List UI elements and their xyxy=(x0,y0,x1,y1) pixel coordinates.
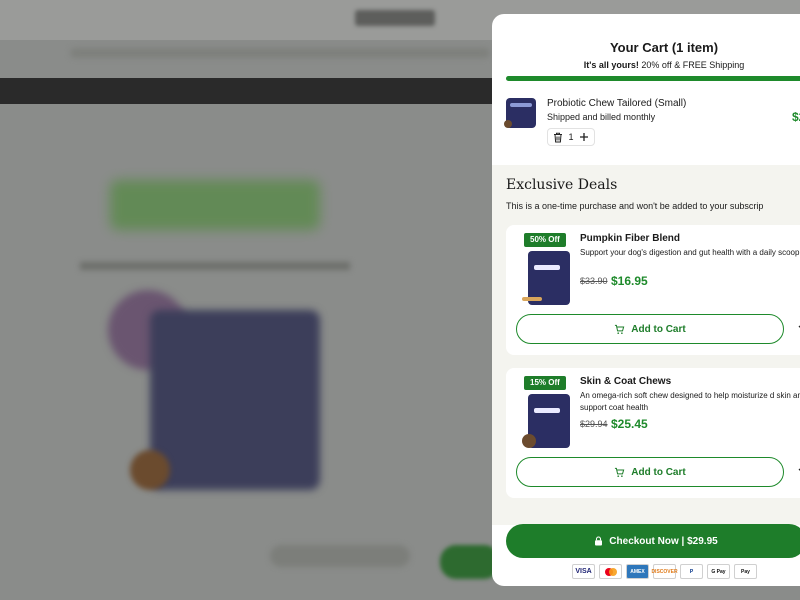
checkout-button[interactable]: Checkout Now | $29.95 xyxy=(506,524,800,558)
cart-item-image xyxy=(504,98,536,128)
google-pay-icon: G Pay xyxy=(707,564,730,579)
deal-price: $16.95 xyxy=(611,274,648,288)
paypal-icon: P xyxy=(680,564,703,579)
discount-badge: 50% Off xyxy=(524,233,566,247)
payment-methods: VISA AMEX DISCOVER P G Pay Pay xyxy=(572,564,757,579)
background-hero-heading xyxy=(110,180,320,230)
deals-note: This is a one-time purchase and won't be… xyxy=(506,201,764,211)
exclusive-deals-section: Exclusive Deals This is a one-time purch… xyxy=(492,165,800,525)
deal-description: Support your dog's digestion and gut hea… xyxy=(580,248,800,257)
deal-name: Skin & Coat Chews xyxy=(580,376,672,387)
plus-icon[interactable] xyxy=(578,131,590,143)
deal-original-price: $29.94 xyxy=(580,419,608,429)
discover-icon: DISCOVER xyxy=(651,564,678,579)
background-nav xyxy=(70,48,490,58)
cart-title: Your Cart (1 item) xyxy=(609,40,719,55)
deal-original-price: $33.90 xyxy=(580,276,608,286)
lock-icon xyxy=(595,536,603,546)
trash-icon[interactable] xyxy=(552,131,564,143)
amex-icon: AMEX xyxy=(626,564,649,579)
add-to-cart-button[interactable]: Add to Cart xyxy=(516,457,784,487)
background-chew-image xyxy=(130,450,170,490)
add-to-cart-label: Add to Cart xyxy=(631,323,686,335)
add-to-cart-label: Add to Cart xyxy=(631,466,686,478)
deals-title: Exclusive Deals xyxy=(506,177,618,193)
free-shipping-progress xyxy=(506,76,800,81)
background-secondary-button xyxy=(270,545,410,567)
deal-card: 15% Off Skin & Coat Chews An omega-rich … xyxy=(506,368,800,498)
checkout-label: Checkout Now | $29.95 xyxy=(609,535,718,547)
deal-product-image xyxy=(522,251,570,305)
deal-price: $25.45 xyxy=(611,417,648,431)
cart-plus-icon xyxy=(615,467,625,477)
background-logo xyxy=(355,10,435,26)
deal-card: 50% Off Pumpkin Fiber Blend Support your… xyxy=(506,225,800,355)
progress-fill xyxy=(506,76,800,81)
apple-pay-icon: Pay xyxy=(734,564,757,579)
cart-plus-icon xyxy=(615,324,625,334)
cart-item-subtitle: Shipped and billed monthly xyxy=(547,112,656,122)
background-primary-button xyxy=(440,545,500,579)
promo-text: 20% off & FREE Shipping xyxy=(638,60,745,70)
deal-description: An omega-rich soft chew designed to help… xyxy=(580,391,800,412)
visa-icon: VISA xyxy=(572,564,595,579)
add-to-cart-button[interactable]: Add to Cart xyxy=(516,314,784,344)
cart-item-name: Probiotic Chew Tailored (Small) xyxy=(547,98,687,109)
promo-strong: It's all yours! xyxy=(583,60,639,70)
chevron-down-icon[interactable] xyxy=(796,464,800,478)
background-hero-subtitle xyxy=(80,262,350,270)
deal-name: Pumpkin Fiber Blend xyxy=(580,233,681,244)
cart-item-price: $29 xyxy=(791,110,800,124)
chevron-down-icon[interactable] xyxy=(796,321,800,335)
deal-product-image xyxy=(522,394,570,448)
quantity-value: 1 xyxy=(568,132,574,142)
mastercard-icon xyxy=(599,564,622,579)
cart-drawer: Your Cart (1 item) It's all yours! 20% o… xyxy=(492,14,800,586)
discount-badge: 15% Off xyxy=(524,376,566,390)
quantity-stepper: 1 xyxy=(547,128,595,146)
cart-line-item: Probiotic Chew Tailored (Small) Shipped … xyxy=(504,98,800,158)
promo-message: It's all yours! 20% off & FREE Shipping xyxy=(492,60,800,70)
background-product-image xyxy=(150,310,320,490)
